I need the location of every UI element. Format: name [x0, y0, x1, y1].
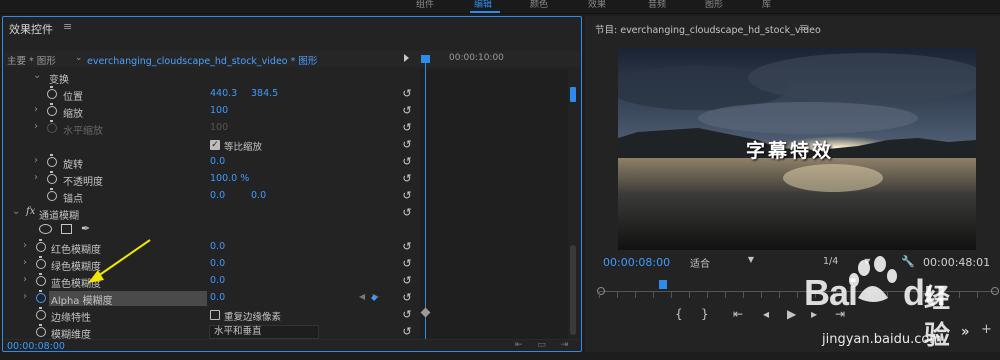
watermark-url: jingyan.baidu.com: [822, 332, 942, 347]
